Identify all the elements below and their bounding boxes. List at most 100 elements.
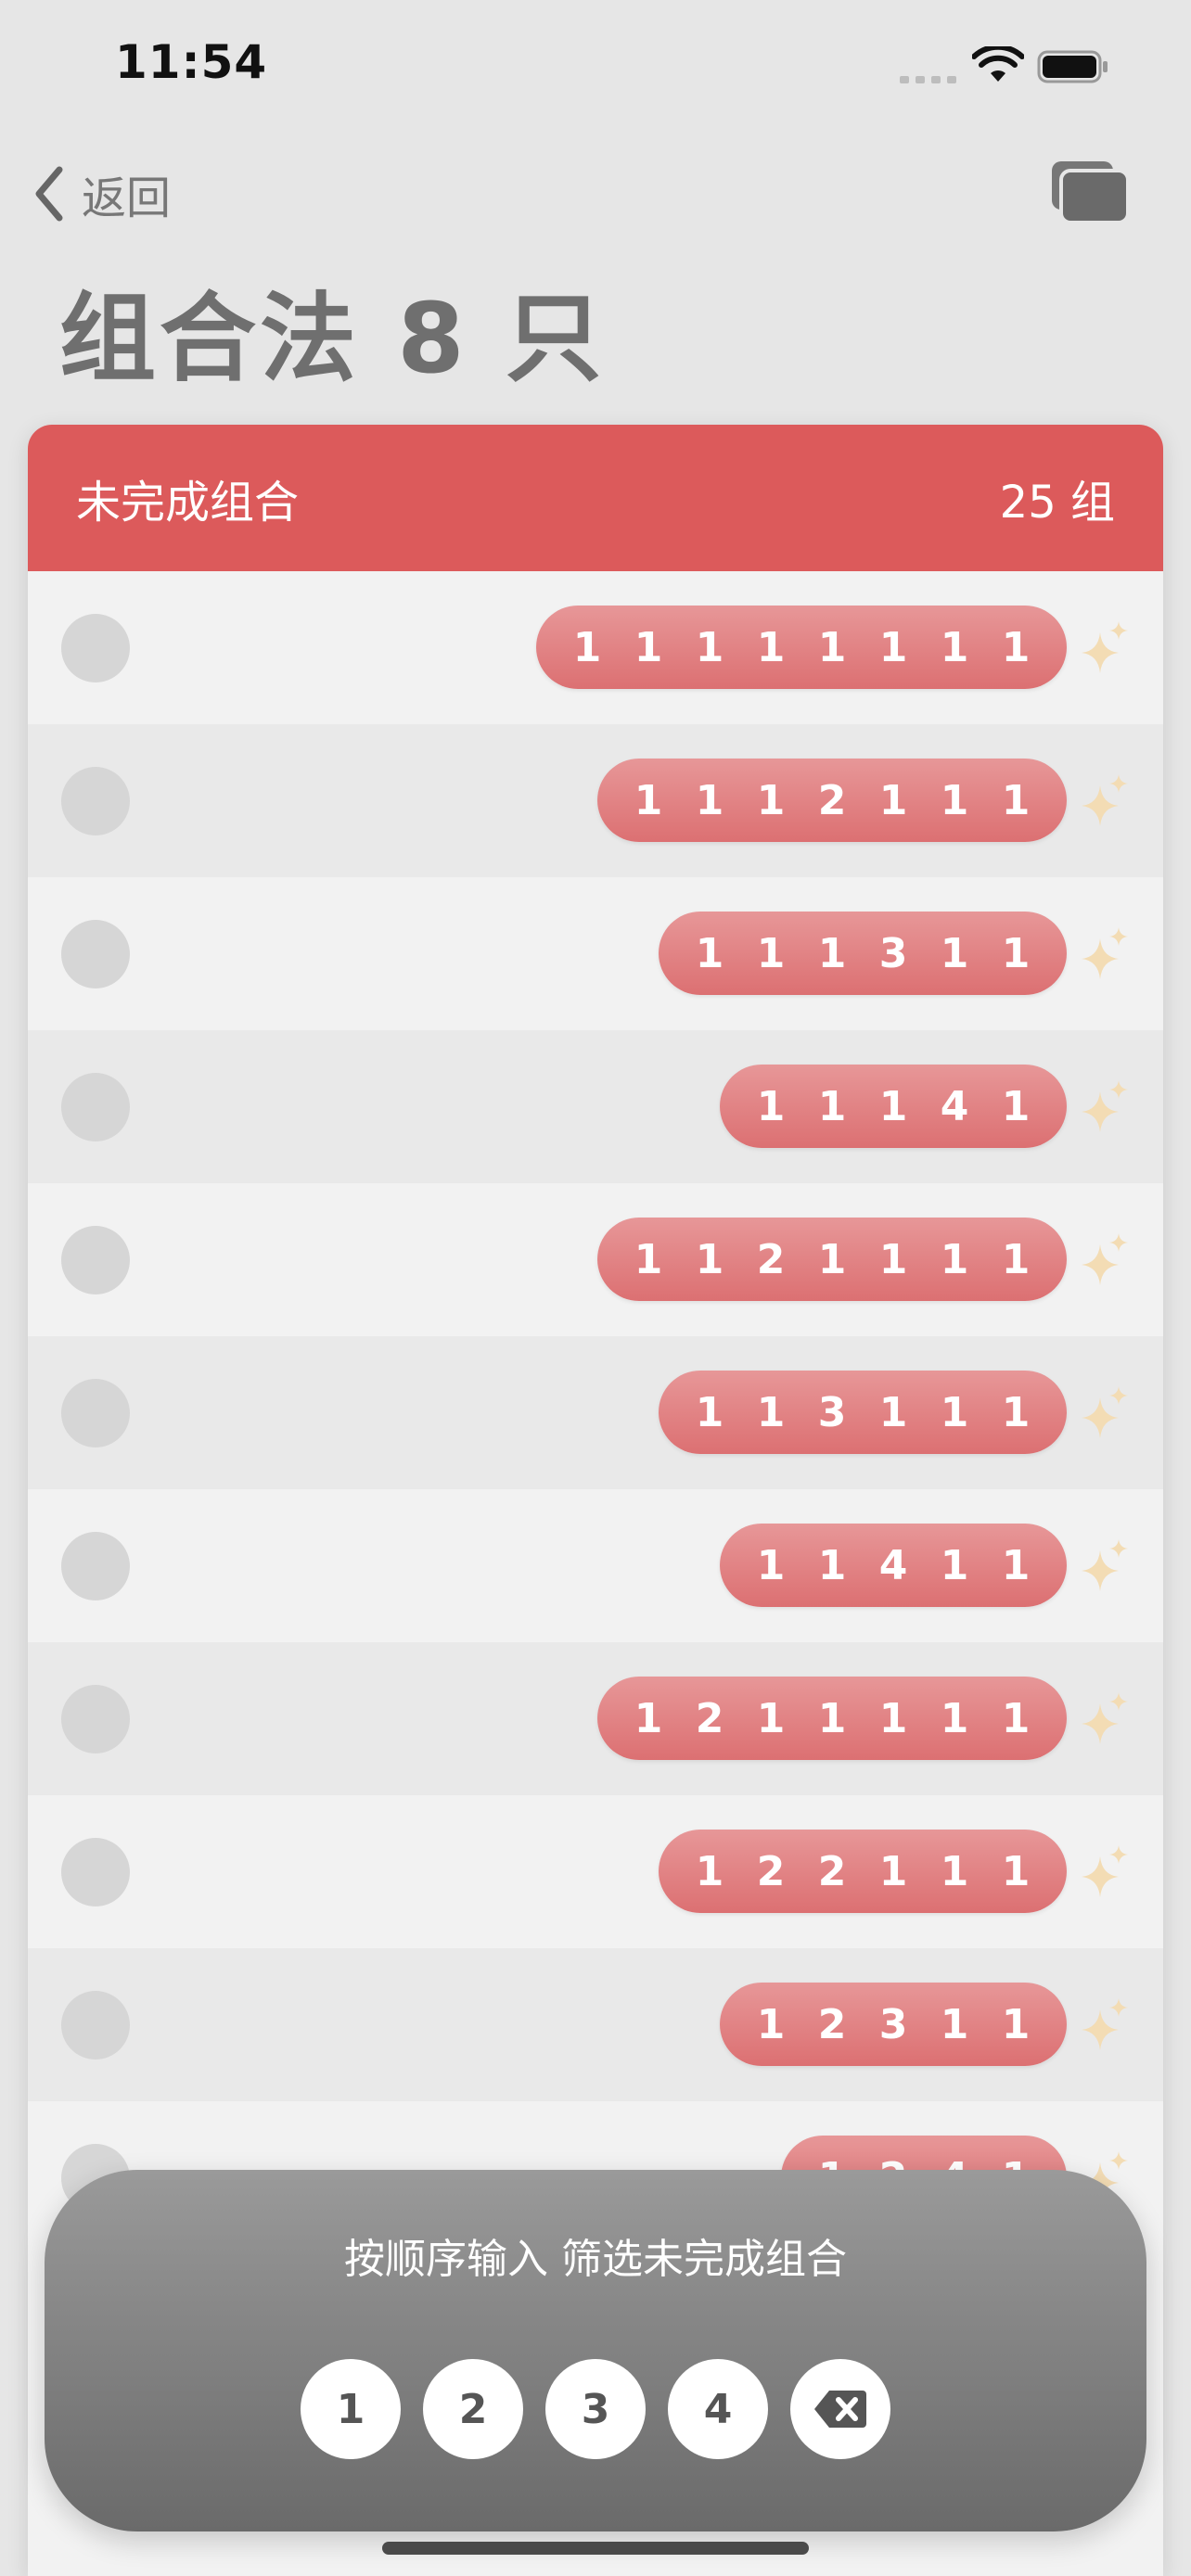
combination-number: 2 <box>756 1235 786 1283</box>
combination-number: 1 <box>940 776 969 824</box>
combination-number: 1 <box>940 1235 969 1283</box>
combination-number: 1 <box>756 1694 786 1742</box>
back-button[interactable]: 返回 <box>32 161 171 226</box>
combination-number: 1 <box>817 1235 847 1283</box>
key-4[interactable]: 4 <box>668 2359 768 2459</box>
combination-number: 1 <box>756 2000 786 2048</box>
keypad: 1 2 3 4 <box>45 2359 1146 2459</box>
combination-number: 1 <box>940 2000 969 2048</box>
combination-number: 1 <box>940 1388 969 1436</box>
filter-keypad: 按顺序输入 筛选未完成组合 1 2 3 4 <box>45 2170 1146 2531</box>
combination-number: 1 <box>695 623 724 671</box>
combination-number: 1 <box>878 1388 908 1436</box>
combination-row[interactable]: 111311 <box>28 877 1163 1030</box>
combination-number: 1 <box>756 1082 786 1130</box>
combination-number: 2 <box>817 776 847 824</box>
key-2[interactable]: 2 <box>423 2359 523 2459</box>
chevron-left-icon <box>35 166 63 222</box>
combination-number: 1 <box>878 623 908 671</box>
combination-number: 1 <box>1001 1847 1031 1895</box>
completion-checkbox[interactable] <box>61 767 130 835</box>
completion-checkbox[interactable] <box>61 1379 130 1447</box>
delete-button[interactable] <box>790 2359 890 2459</box>
combination-pill: 12311 <box>720 1983 1067 2066</box>
combination-number: 1 <box>634 776 663 824</box>
filter-label: 按顺序输入 筛选未完成组合 <box>344 2236 847 2283</box>
completion-checkbox[interactable] <box>61 1991 130 2060</box>
combination-number: 1 <box>572 623 602 671</box>
combination-number: 1 <box>756 929 786 977</box>
combination-row[interactable]: 1112111 <box>28 724 1163 877</box>
status-bar: 11:54 <box>0 0 1191 139</box>
combination-number: 1 <box>695 776 724 824</box>
completion-checkbox[interactable] <box>61 1073 130 1141</box>
combination-number: 2 <box>817 1847 847 1895</box>
combination-number: 1 <box>817 623 847 671</box>
combination-number: 1 <box>695 1235 724 1283</box>
combination-number: 1 <box>878 1847 908 1895</box>
combination-row[interactable]: 122111 <box>28 1795 1163 1948</box>
cards-icon[interactable] <box>1048 158 1132 228</box>
combination-row[interactable]: 11111111 <box>28 571 1163 724</box>
combination-number: 1 <box>1001 1388 1031 1436</box>
combination-pill: 11111111 <box>536 606 1067 689</box>
combination-number: 3 <box>878 929 908 977</box>
sparkle-icon[interactable] <box>1076 1231 1133 1289</box>
combination-list: 1111111111121111113111114111211111131111… <box>28 571 1163 2254</box>
panel-header-title: 未完成组合 <box>76 477 300 529</box>
sparkle-icon[interactable] <box>1076 1078 1133 1136</box>
combination-number: 1 <box>878 1235 908 1283</box>
combination-number: 1 <box>1001 1082 1031 1130</box>
combination-pill: 1112111 <box>597 759 1067 842</box>
combination-row[interactable]: 1121111 <box>28 1183 1163 1336</box>
combination-number: 1 <box>1001 929 1031 977</box>
combination-number: 1 <box>695 929 724 977</box>
combination-number: 2 <box>817 2000 847 2048</box>
combination-number: 1 <box>940 1541 969 1589</box>
combination-number: 1 <box>634 1235 663 1283</box>
completion-checkbox[interactable] <box>61 1685 130 1753</box>
status-time: 11:54 <box>115 35 268 89</box>
sparkle-icon[interactable] <box>1076 925 1133 983</box>
combination-row[interactable]: 1211111 <box>28 1642 1163 1795</box>
combination-number: 2 <box>695 1694 724 1742</box>
combination-number: 1 <box>817 1541 847 1589</box>
combination-number: 1 <box>756 1541 786 1589</box>
combination-row[interactable]: 113111 <box>28 1336 1163 1489</box>
completion-checkbox[interactable] <box>61 614 130 682</box>
combination-pill: 11411 <box>720 1524 1067 1607</box>
combination-number: 1 <box>1001 1541 1031 1589</box>
combination-row[interactable]: 11141 <box>28 1030 1163 1183</box>
completion-checkbox[interactable] <box>61 1838 130 1906</box>
completion-checkbox[interactable] <box>61 920 130 988</box>
key-1[interactable]: 1 <box>301 2359 401 2459</box>
combination-number: 1 <box>940 1694 969 1742</box>
combination-number: 1 <box>1001 776 1031 824</box>
delete-backspace-icon <box>814 2391 866 2428</box>
combination-pill: 111311 <box>659 912 1067 995</box>
sparkle-icon[interactable] <box>1076 1996 1133 2054</box>
sparkle-icon[interactable] <box>1076 772 1133 830</box>
combination-number: 1 <box>756 623 786 671</box>
combination-number: 1 <box>940 929 969 977</box>
cellular-signal-icon <box>900 74 957 83</box>
combination-row[interactable]: 12311 <box>28 1948 1163 2101</box>
back-label: 返回 <box>82 172 172 224</box>
sparkle-icon[interactable] <box>1076 1843 1133 1901</box>
combination-number: 1 <box>1001 1694 1031 1742</box>
combination-number: 1 <box>817 1082 847 1130</box>
combination-number: 4 <box>940 1082 969 1130</box>
wifi-icon <box>972 46 1024 82</box>
sparkle-icon[interactable] <box>1076 1384 1133 1442</box>
sparkle-icon[interactable] <box>1076 1537 1133 1595</box>
sparkle-icon[interactable] <box>1076 619 1133 677</box>
panel-header: 未完成组合 25 组 <box>28 425 1163 571</box>
home-indicator <box>382 2542 809 2555</box>
combination-number: 1 <box>817 929 847 977</box>
key-3[interactable]: 3 <box>545 2359 646 2459</box>
completion-checkbox[interactable] <box>61 1226 130 1294</box>
combination-pill: 1121111 <box>597 1218 1067 1301</box>
combination-row[interactable]: 11411 <box>28 1489 1163 1642</box>
completion-checkbox[interactable] <box>61 1532 130 1600</box>
sparkle-icon[interactable] <box>1076 1690 1133 1748</box>
